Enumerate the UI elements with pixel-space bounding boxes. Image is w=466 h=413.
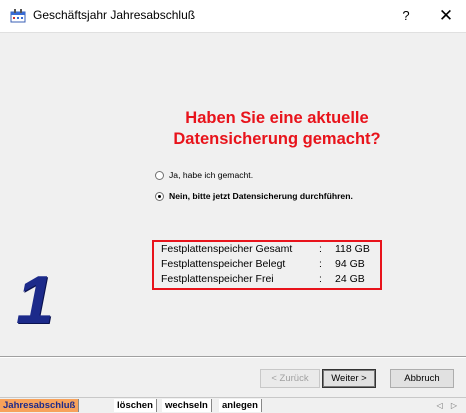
question-line-1: Haben Sie eine aktuelle (185, 109, 369, 127)
window-title: Geschäftsjahr Jahresabschluß (33, 8, 196, 22)
tab-loeschen[interactable]: löschen (114, 399, 157, 412)
disk-label-used: Festplattenspeicher Belegt (161, 258, 286, 270)
disk-value-used: 94 GB (335, 258, 365, 270)
backup-question: Haben Sie eine aktuelle Datensicherung g… (150, 108, 404, 150)
radio-option-no[interactable]: Nein, bitte jetzt Datensicherung durchfü… (155, 188, 353, 204)
radio-button-unchecked[interactable] (155, 170, 164, 180)
step-number: 1 (16, 262, 54, 338)
tab-wechseln[interactable]: wechseln (162, 399, 212, 412)
disk-separator: : (319, 243, 322, 255)
title-bar: Geschäftsjahr Jahresabschluß ? ✕ (0, 0, 466, 33)
tab-scroll-arrows-icon[interactable]: ◁ ▷ (436, 399, 460, 412)
disk-space-box: Festplattenspeicher Gesamt : 118 GB Fest… (152, 240, 382, 290)
question-line-2: Datensicherung gemacht? (173, 130, 381, 148)
tab-anlegen[interactable]: anlegen (219, 399, 262, 412)
disk-separator: : (319, 258, 322, 270)
radio-label-no: Nein, bitte jetzt Datensicherung durchfü… (169, 191, 353, 201)
radio-button-checked[interactable] (155, 191, 164, 201)
next-button[interactable]: Weiter > (322, 369, 376, 388)
help-button[interactable]: ? (386, 0, 426, 32)
button-separator (0, 356, 466, 358)
disk-value-free: 24 GB (335, 273, 365, 285)
radio-label-yes: Ja, habe ich gemacht. (169, 170, 254, 180)
sheet-tab-bar: Jahresabschluß löschen wechseln anlegen … (0, 397, 466, 413)
disk-label-free: Festplattenspeicher Frei (161, 273, 274, 285)
back-button[interactable]: < Zurück (260, 369, 320, 388)
close-button[interactable]: ✕ (426, 0, 466, 32)
tab-jahresabschluss[interactable]: Jahresabschluß (0, 399, 80, 412)
disk-separator: : (319, 273, 322, 285)
disk-value-total: 118 GB (335, 243, 370, 255)
cancel-button[interactable]: Abbruch (390, 369, 454, 388)
calendar-app-icon (10, 9, 26, 23)
disk-label-total: Festplattenspeicher Gesamt (161, 243, 293, 255)
radio-option-yes[interactable]: Ja, habe ich gemacht. (155, 167, 253, 183)
